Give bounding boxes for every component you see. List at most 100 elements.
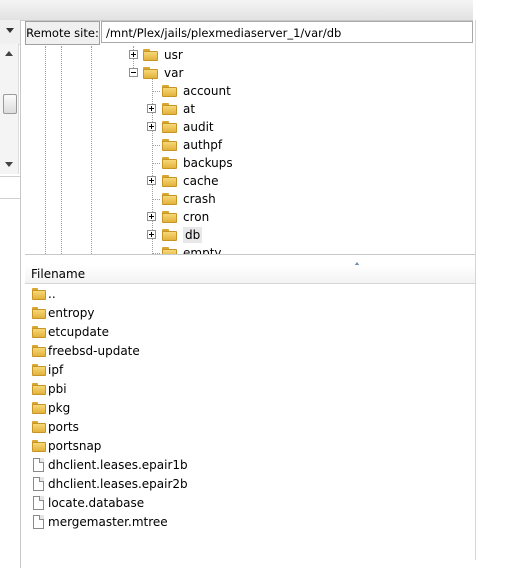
- tree-item-authpf[interactable]: authpf: [25, 136, 475, 154]
- local-pane: [0, 20, 21, 568]
- tree-item-at[interactable]: at: [25, 100, 475, 118]
- file-list-row[interactable]: etcupdate: [25, 323, 475, 342]
- tree-item-cron[interactable]: cron: [25, 208, 475, 226]
- tree-item-audit[interactable]: audit: [25, 118, 475, 136]
- file-name: pkg: [48, 401, 71, 415]
- tree-connector-line: [152, 145, 160, 146]
- local-tree-scrollbar[interactable]: [0, 44, 19, 174]
- folder-icon: [143, 49, 159, 61]
- file-name: etcupdate: [48, 325, 109, 339]
- expand-icon[interactable]: [129, 50, 138, 59]
- scroll-down-icon[interactable]: [2, 157, 16, 171]
- folder-icon: [162, 175, 178, 187]
- window-top-right: [473, 0, 509, 20]
- folder-icon: [32, 402, 46, 414]
- remote-site-label: Remote site:: [25, 21, 100, 45]
- file-icon: [33, 496, 44, 510]
- folder-icon: [32, 288, 46, 300]
- remote-file-list[interactable]: Filename .. entropy etcupdate freebsd-updat…: [25, 258, 475, 558]
- folder-icon: [162, 247, 178, 254]
- tree-item-label: backups: [183, 156, 233, 170]
- folder-icon: [162, 85, 178, 97]
- file-list-row[interactable]: pbi: [25, 380, 475, 399]
- column-header-filename[interactable]: Filename: [31, 267, 85, 281]
- chevron-down-icon: [6, 28, 14, 33]
- tree-item-label: crash: [183, 192, 216, 206]
- tree-item-label: cron: [183, 210, 210, 224]
- file-name: ..: [48, 287, 56, 301]
- folder-icon: [162, 103, 178, 115]
- file-list-header: Filename: [25, 265, 475, 284]
- tree-item-account[interactable]: account: [25, 82, 475, 100]
- remote-site-path-input[interactable]: /mnt/Plex/jails/plexmediaserver_1/var/db: [101, 21, 473, 43]
- folder-icon: [32, 307, 46, 319]
- folder-icon: [32, 421, 46, 433]
- folder-icon: [162, 121, 178, 133]
- tree-item-crash[interactable]: crash: [25, 190, 475, 208]
- folder-icon: [162, 193, 178, 205]
- file-list-row[interactable]: dhclient.leases.epair2b: [25, 475, 475, 494]
- folder-icon: [32, 364, 46, 376]
- folder-icon: [32, 326, 46, 338]
- file-name: portsnap: [48, 439, 102, 453]
- file-name: mergemaster.mtree: [48, 515, 168, 529]
- tree-item-label: account: [183, 84, 231, 98]
- collapse-icon[interactable]: [129, 68, 138, 77]
- folder-icon: [32, 383, 46, 395]
- expand-icon[interactable]: [147, 104, 156, 113]
- file-icon: [33, 477, 44, 491]
- folder-icon: [162, 229, 178, 241]
- file-name: entropy: [48, 306, 95, 320]
- tree-item-label: cache: [183, 174, 219, 188]
- file-list-row[interactable]: mergemaster.mtree: [25, 513, 475, 532]
- tree-item-label: db: [183, 227, 203, 243]
- file-list-row[interactable]: entropy: [25, 304, 475, 323]
- file-name: ipf: [48, 363, 64, 377]
- file-list-row[interactable]: dhclient.leases.epair1b: [25, 456, 475, 475]
- folder-icon: [143, 67, 159, 79]
- tree-item-backups[interactable]: backups: [25, 154, 475, 172]
- tree-item-label: var: [164, 66, 184, 80]
- file-list-row[interactable]: ipf: [25, 361, 475, 380]
- expand-icon[interactable]: [147, 212, 156, 221]
- tree-item-empty[interactable]: empty: [25, 244, 475, 255]
- tree-item-db[interactable]: db: [25, 226, 475, 244]
- tree-item-cache[interactable]: cache: [25, 172, 475, 190]
- tree-connector-line: [152, 253, 160, 254]
- remote-directory-tree[interactable]: usr var account at audit authpf backups cache cr…: [25, 46, 475, 255]
- local-site-dropdown[interactable]: [0, 20, 20, 45]
- pane-border: [475, 20, 476, 560]
- file-name: dhclient.leases.epair1b: [48, 458, 188, 472]
- file-name: locate.database: [48, 496, 145, 510]
- tree-item-label: authpf: [183, 138, 223, 152]
- scrollbar-thumb[interactable]: [3, 94, 17, 114]
- expand-icon[interactable]: [147, 176, 156, 185]
- file-list-row[interactable]: locate.database: [25, 494, 475, 513]
- divider: [0, 198, 20, 199]
- tree-connector-line: [152, 91, 160, 92]
- expand-icon[interactable]: [147, 230, 156, 239]
- file-list-row[interactable]: ..: [25, 285, 475, 304]
- file-icon: [33, 515, 44, 529]
- tree-item-var[interactable]: var: [25, 64, 475, 82]
- expand-icon[interactable]: [147, 122, 156, 131]
- file-name: ports: [48, 420, 79, 434]
- file-name: pbi: [48, 382, 67, 396]
- tree-connector-line: [152, 163, 160, 164]
- folder-icon: [162, 211, 178, 223]
- tree-connector-line: [152, 199, 160, 200]
- tree-item-label: usr: [164, 48, 183, 62]
- tree-item-label: empty: [183, 246, 222, 255]
- folder-icon: [162, 157, 178, 169]
- file-list-row[interactable]: pkg: [25, 399, 475, 418]
- tree-item-usr[interactable]: usr: [25, 46, 475, 64]
- file-list-row[interactable]: portsnap: [25, 437, 475, 456]
- window-top-strip: [0, 0, 473, 21]
- file-list-row[interactable]: ports: [25, 418, 475, 437]
- file-icon: [33, 458, 44, 472]
- tree-item-label: audit: [183, 120, 214, 134]
- scroll-up-icon[interactable]: [2, 47, 16, 61]
- file-name: freebsd-update: [48, 344, 140, 358]
- tree-item-label: at: [183, 102, 196, 116]
- file-list-row[interactable]: freebsd-update: [25, 342, 475, 361]
